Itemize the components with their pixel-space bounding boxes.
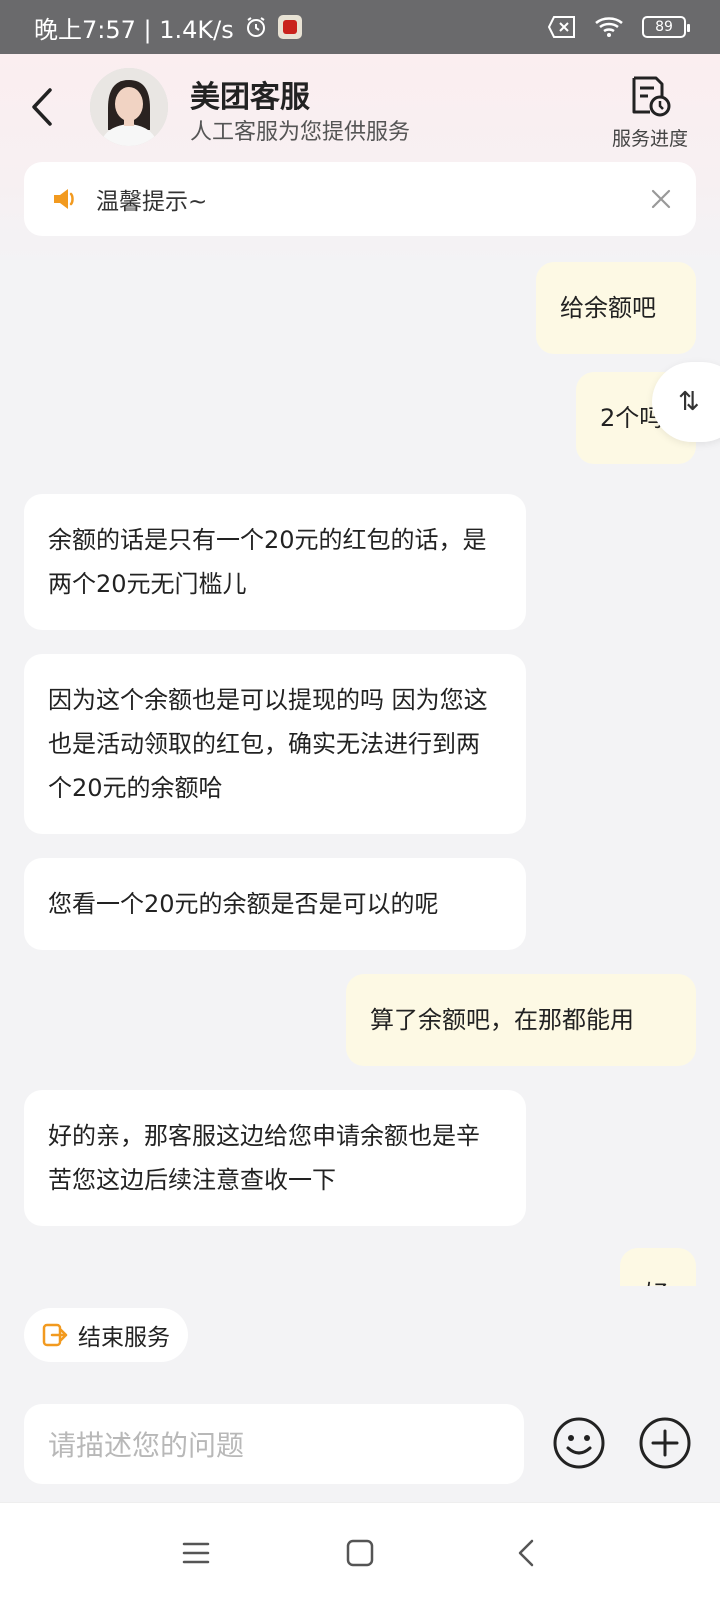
menu-icon[interactable] <box>178 1535 214 1571</box>
page-title: 美团客服 <box>190 80 310 115</box>
message-bubble-user[interactable]: 给余额吧 <box>536 262 696 354</box>
end-service-label: 结束服务 <box>78 1325 170 1351</box>
avatar[interactable] <box>90 68 168 146</box>
close-icon[interactable] <box>648 186 674 212</box>
status-bar: 晚上7:57 | 1.4K/s 89 <box>0 0 720 54</box>
battery-icon: 89 <box>642 16 690 38</box>
message-input[interactable]: 请描述您的问题 <box>24 1404 524 1484</box>
message-text: 算了余额吧，在那都能用 <box>370 1006 634 1034</box>
wifi-icon <box>595 17 623 37</box>
app-notification-icon <box>277 15 302 39</box>
sim-off-icon <box>548 16 575 38</box>
battery-level: 89 <box>655 19 673 35</box>
service-progress-label: 服务进度 <box>611 128 688 150</box>
alarm-icon <box>246 17 265 37</box>
message-bubble-agent[interactable]: 好的亲，那客服这边给您申请余额也是辛苦您这边后续注意查收一下 <box>24 1090 526 1226</box>
emoji-icon[interactable] <box>552 1416 606 1470</box>
speaker-icon <box>54 189 74 209</box>
swap-arrows-icon: ⇅ <box>678 387 700 417</box>
message-text: 余额的话是只有一个20元的红包的话，是两个20元无门槛儿 <box>48 526 487 598</box>
notice-text: 温馨提示~ <box>96 189 208 215</box>
end-service-button[interactable]: 结束服务 <box>24 1308 188 1362</box>
back-icon[interactable] <box>22 82 62 132</box>
message-bubble-user[interactable]: 好 <box>620 1248 696 1286</box>
message-bubble-agent[interactable]: 您看一个20元的余额是否是可以的呢 <box>24 858 526 950</box>
message-bubble-agent[interactable]: 余额的话是只有一个20元的红包的话，是两个20元无门槛儿 <box>24 494 526 630</box>
page-subtitle: 人工客服为您提供服务 <box>190 120 411 145</box>
message-text: 您看一个20元的余额是否是可以的呢 <box>48 890 439 918</box>
avatar-image <box>90 68 168 146</box>
message-bubble-user[interactable]: 算了余额吧，在那都能用 <box>346 974 696 1066</box>
message-text: 好的亲，那客服这边给您申请余额也是辛苦您这边后续注意查收一下 <box>48 1122 480 1194</box>
system-nav-bar <box>0 1502 720 1600</box>
service-progress-button[interactable]: 服务进度 <box>600 74 700 154</box>
message-bubble-agent[interactable]: 因为这个余额也是可以提现的吗 因为您这也是活动领取的红包，确实无法进行到两个20… <box>24 654 526 834</box>
chat-area[interactable]: 给余额吧 2个吗 余额的话是只有一个20元的红包的话，是两个20元无门槛儿 因为… <box>0 250 720 1286</box>
message-text: 好 <box>644 1280 668 1286</box>
message-input-placeholder: 请描述您的问题 <box>48 1429 245 1462</box>
back-nav-icon[interactable] <box>510 1535 546 1571</box>
message-text: 给余额吧 <box>560 294 656 322</box>
status-time: 晚上7:57 | 1.4K/s <box>34 15 234 44</box>
notice-banner[interactable]: 温馨提示~ <box>24 162 696 236</box>
status-left: 晚上7:57 | 1.4K/s <box>34 10 302 45</box>
plus-icon[interactable] <box>638 1416 692 1470</box>
document-clock-icon <box>632 76 671 117</box>
exit-icon <box>42 1323 68 1347</box>
home-icon[interactable] <box>342 1535 378 1571</box>
message-text: 因为这个余额也是可以提现的吗 因为您这也是活动领取的红包，确实无法进行到两个20… <box>48 686 488 802</box>
status-right: 89 <box>548 16 690 38</box>
